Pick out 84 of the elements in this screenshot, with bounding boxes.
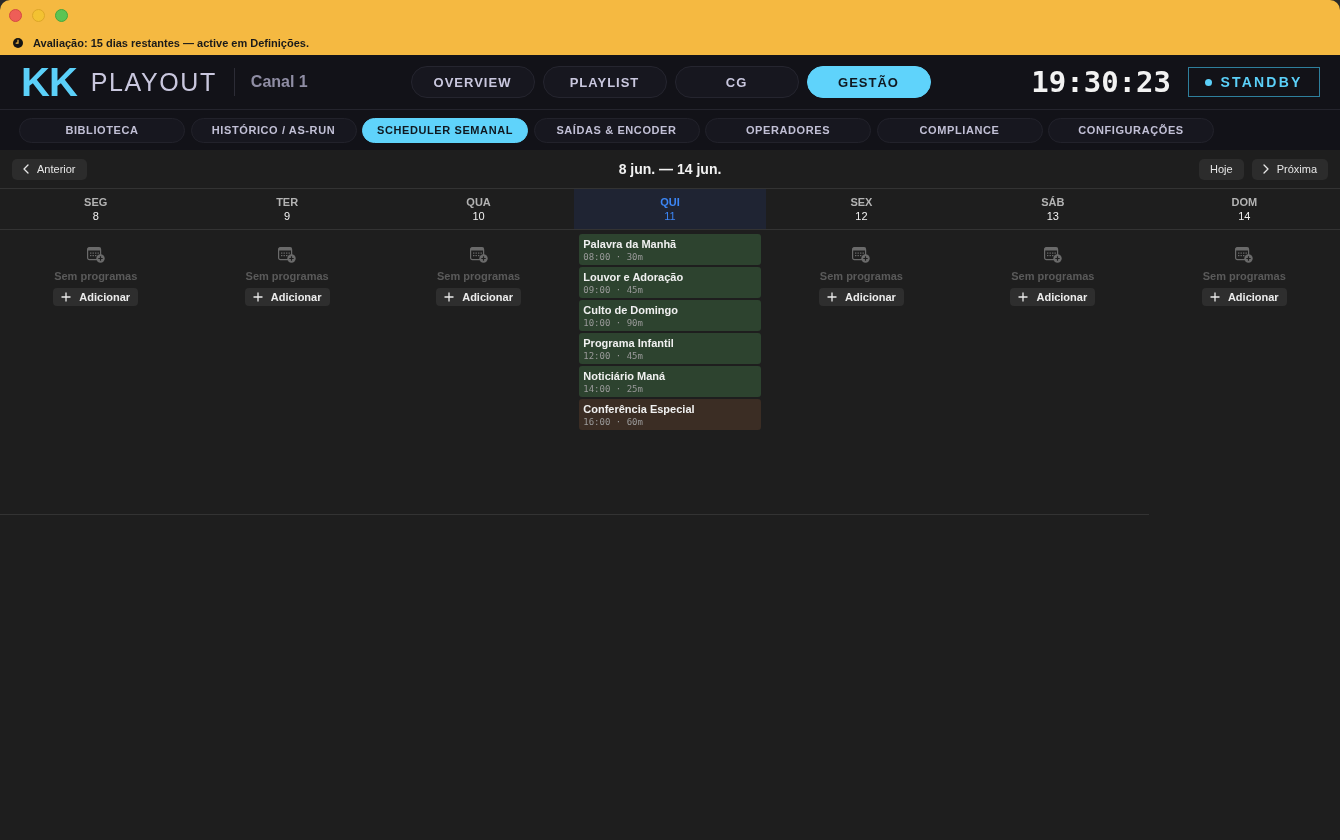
add-program-button[interactable]: Adicionar xyxy=(1201,288,1287,306)
plus-icon xyxy=(1018,292,1029,302)
calendar-add-icon xyxy=(86,247,105,263)
plus-icon xyxy=(252,292,263,302)
nav-tab[interactable]: PLAYLIST xyxy=(542,66,667,98)
channel-name: Canal 1 xyxy=(250,73,308,91)
day-date: 8 xyxy=(92,210,99,222)
day-date: 10 xyxy=(472,210,485,222)
program-time: 14:00 · 25m xyxy=(583,382,644,395)
clock-display: 19:30:23 xyxy=(1031,67,1171,97)
week-range-title: 8 jun. — 14 jun. xyxy=(618,161,722,177)
window-zoom-button[interactable] xyxy=(55,8,68,22)
sub-tab[interactable]: OPERADORES xyxy=(705,117,871,143)
program-time: 10:00 · 90m xyxy=(583,316,644,329)
program-title: Louvor e Adoração xyxy=(583,269,685,284)
empty-day-message: Sem programas xyxy=(245,270,329,282)
add-program-button[interactable]: Adicionar xyxy=(818,288,904,306)
calendar-add-icon xyxy=(852,247,871,263)
program-time: 12:00 · 45m xyxy=(583,349,644,362)
nav-tab[interactable]: CG xyxy=(674,66,799,98)
empty-day-message: Sem programas xyxy=(54,270,138,282)
plus-icon xyxy=(827,292,838,302)
add-program-button[interactable]: Adicionar xyxy=(1010,288,1096,306)
sub-tab[interactable]: SCHEDULER SEMANAL xyxy=(362,117,528,143)
day-name: TER xyxy=(276,196,299,208)
program-title: Programa Infantil xyxy=(583,335,675,350)
program-card[interactable]: Conferência Especial 16:00 · 60m xyxy=(579,399,761,430)
calendar-add-icon xyxy=(469,247,488,263)
clock-icon xyxy=(13,37,23,48)
program-card[interactable]: Palavra da Manhã 08:00 · 30m xyxy=(579,234,761,265)
program-time: 09:00 · 45m xyxy=(583,283,644,296)
today-button[interactable]: Hoje xyxy=(1199,158,1244,180)
day-date: 14 xyxy=(1238,210,1251,222)
empty-day-message: Sem programas xyxy=(819,270,903,282)
status-label: STANDBY xyxy=(1220,74,1303,90)
program-card[interactable]: Culto de Domingo 10:00 · 90m xyxy=(579,300,761,331)
chevron-left-icon xyxy=(23,164,29,174)
empty-day-message: Sem programas xyxy=(1202,270,1286,282)
window-close-button[interactable] xyxy=(9,8,22,22)
plus-icon xyxy=(61,292,72,302)
day-name: SÁB xyxy=(1041,196,1065,208)
program-time: 08:00 · 30m xyxy=(583,250,644,263)
day-name: QUI xyxy=(660,196,680,208)
day-name: SEX xyxy=(850,196,873,208)
calendar-add-icon xyxy=(1043,247,1062,263)
next-week-button[interactable]: Próxima xyxy=(1251,158,1328,180)
logo-mark: KK xyxy=(21,62,77,102)
day-name: SEG xyxy=(84,196,108,208)
plus-icon xyxy=(1209,292,1220,302)
program-card[interactable]: Noticiário Maná 14:00 · 25m xyxy=(579,366,761,397)
add-program-button[interactable]: Adicionar xyxy=(436,288,522,306)
day-name: DOM xyxy=(1231,196,1258,208)
sub-tab[interactable]: BIBLIOTECA xyxy=(19,117,185,143)
add-program-button[interactable]: Adicionar xyxy=(244,288,330,306)
program-card[interactable]: Programa Infantil 12:00 · 45m xyxy=(579,333,761,364)
day-date: 13 xyxy=(1046,210,1059,222)
trial-notice: Avaliação: 15 dias restantes — active em Definições. xyxy=(33,36,309,49)
program-title: Noticiário Maná xyxy=(583,368,667,383)
nav-tab[interactable]: OVERVIEW xyxy=(410,66,535,98)
day-date: 9 xyxy=(284,210,291,222)
day-date: 12 xyxy=(855,210,868,222)
sub-tab[interactable]: COMPLIANCE xyxy=(876,117,1043,143)
empty-day-message: Sem programas xyxy=(1011,270,1095,282)
day-name: QUA xyxy=(466,196,491,208)
window-minimize-button[interactable] xyxy=(32,8,45,22)
program-title: Conferência Especial xyxy=(583,401,696,416)
program-title: Culto de Domingo xyxy=(583,302,679,317)
calendar-add-icon xyxy=(278,247,297,263)
program-card[interactable]: Louvor e Adoração 09:00 · 45m xyxy=(579,267,761,298)
add-program-button[interactable]: Adicionar xyxy=(53,288,139,306)
day-date: 11 xyxy=(664,210,676,222)
chevron-right-icon xyxy=(1262,164,1269,174)
sub-tab[interactable]: HISTÓRICO / AS-RUN xyxy=(190,117,357,143)
previous-week-button[interactable]: Anterior xyxy=(12,158,87,180)
program-time: 16:00 · 60m xyxy=(583,415,644,428)
plus-icon xyxy=(444,292,455,302)
empty-day-message: Sem programas xyxy=(437,270,521,282)
sub-tab[interactable]: SAÍDAS & ENCODER xyxy=(533,117,700,143)
sub-tab[interactable]: CONFIGURAÇÕES xyxy=(1048,117,1214,143)
logo-wordmark: PLAYOUT xyxy=(90,69,217,95)
calendar-add-icon xyxy=(1235,247,1254,263)
status-dot-icon xyxy=(1205,78,1213,86)
program-title: Palavra da Manhã xyxy=(583,236,678,251)
nav-tab[interactable]: GESTÃO xyxy=(806,66,931,98)
